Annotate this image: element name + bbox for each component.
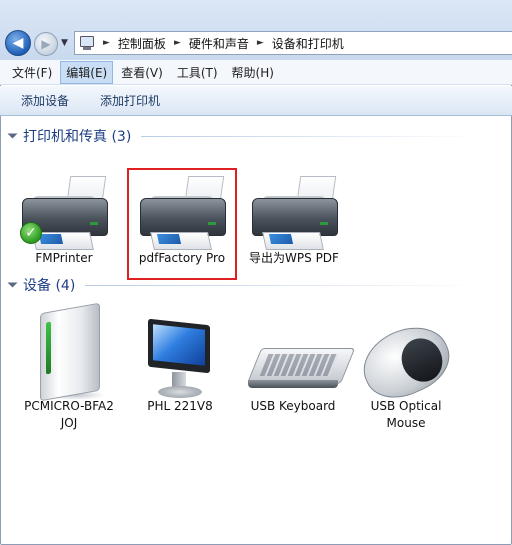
back-arrow-icon: ◀ [12,35,24,51]
menu-file[interactable]: 文件(F) [6,61,58,84]
breadcrumb-control-panel[interactable]: 控制面板 [118,35,166,52]
default-printer-check-icon: ✓ [20,222,42,244]
printer-label: pdfFactory Pro [138,251,226,265]
breadcrumb-separator-icon[interactable]: ► [257,38,264,48]
breadcrumb-devices-printers[interactable]: 设备和打印机 [272,35,344,52]
printer-label: 导出为WPS PDF [249,251,339,265]
menu-help[interactable]: 帮助(H) [226,61,280,84]
control-panel-icon [79,35,95,51]
device-label: PCMICRO-BFA2 [24,399,114,413]
menu-tools[interactable]: 工具(T) [171,61,224,84]
forward-button[interactable]: ▶ [34,32,58,56]
group-divider [85,284,486,286]
breadcrumb-separator-icon: ► [103,38,110,48]
navigation-bar: ◀ ▶ ▼ ► 控制面板 ► 硬件和声音 ► 设备和打印机 [0,0,512,60]
menu-edit[interactable]: 编辑(E) [60,60,114,84]
devices-group-title: 设备 (4) [23,278,76,294]
command-bar: 添加设备 添加打印机 [0,86,512,116]
printer-label: FMPrinter [35,251,93,265]
device-label-line2: JOJ [60,416,78,430]
breadcrumb-hardware-sound[interactable]: 硬件和声音 [189,35,249,52]
add-printer-button[interactable]: 添加打印机 [100,92,160,109]
device-label: PHL 221V8 [147,399,213,413]
printer-icon [250,176,340,256]
printer-icon [138,176,228,256]
add-device-button[interactable]: 添加设备 [21,92,69,109]
devices-group-header[interactable]: 设备 (4) [6,275,506,295]
printers-group-title: 打印机和传真 (3) [23,129,132,145]
menu-bar: 文件(F) 编辑(E) 查看(V) 工具(T) 帮助(H) [0,60,512,85]
printers-group-header[interactable]: 打印机和传真 (3) [6,126,506,146]
device-label: USB Keyboard [250,399,336,413]
address-bar[interactable]: ► 控制面板 ► 硬件和声音 ► 设备和打印机 [74,31,512,55]
history-dropdown-icon[interactable]: ▼ [61,38,68,48]
menu-view[interactable]: 查看(V) [115,61,169,84]
printer-icon: ✓ [20,176,110,256]
forward-arrow-icon: ▶ [41,37,51,51]
back-button[interactable]: ◀ [5,30,31,56]
breadcrumb-separator-icon[interactable]: ► [174,38,181,48]
device-label: USB Optical [370,399,442,413]
collapse-triangle-icon[interactable] [7,133,18,139]
device-label-line2: Mouse [386,416,426,430]
group-divider [141,135,482,137]
collapse-triangle-icon[interactable] [7,282,18,288]
